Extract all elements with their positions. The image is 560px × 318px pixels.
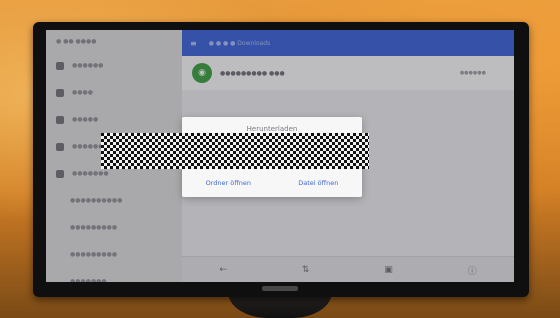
dialog-title: Herunterladen <box>246 125 298 133</box>
censor-pattern <box>101 133 369 169</box>
dialog-actions: Ordner öffnen Datei öffnen <box>182 179 362 187</box>
open-folder-button[interactable]: Ordner öffnen <box>206 179 251 187</box>
tv-brand-logo <box>262 286 298 291</box>
open-file-button[interactable]: Datei öffnen <box>298 179 338 187</box>
